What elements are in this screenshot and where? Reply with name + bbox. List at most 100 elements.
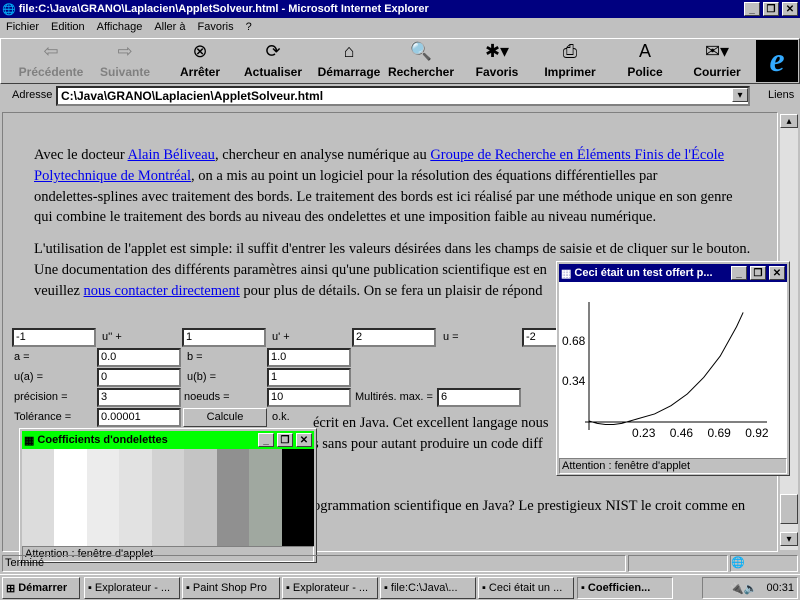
text: , on a mis au point un logiciel pour la … bbox=[191, 168, 658, 184]
close-button[interactable]: ✕ bbox=[782, 2, 798, 16]
toolbar-button-arrêter[interactable]: ⊗ Arrêter bbox=[164, 41, 236, 79]
maximize-button[interactable]: ❐ bbox=[763, 2, 779, 16]
menu-1[interactable]: Edition bbox=[51, 21, 85, 33]
status-text: Terminé bbox=[2, 555, 626, 572]
text: ogrammation scientifique en Java? Le pre… bbox=[313, 498, 746, 514]
app-icon: ▪ bbox=[384, 582, 388, 594]
app-icon: ▪ bbox=[581, 582, 585, 594]
tolerance-input[interactable]: 0.00001 bbox=[97, 408, 181, 427]
ie-logo: e bbox=[756, 40, 798, 82]
maximize-button[interactable]: ❐ bbox=[750, 266, 766, 280]
java-icon: ▦ bbox=[24, 434, 35, 447]
app-icon: ▪ bbox=[286, 582, 290, 594]
noeuds-input[interactable]: 10 bbox=[267, 388, 351, 407]
search-icon: 🔍 bbox=[409, 41, 433, 61]
taskbar-item[interactable]: ▪ file:C:\Java\... bbox=[380, 577, 476, 599]
tray-icons: 🔌🔈 bbox=[730, 582, 758, 595]
toolbar-label: Police bbox=[627, 65, 663, 79]
coefficient-cell bbox=[184, 449, 217, 546]
coef-u1-input[interactable]: 1 bbox=[182, 328, 266, 347]
menu-2[interactable]: Affichage bbox=[97, 21, 143, 33]
close-button[interactable]: ✕ bbox=[296, 433, 312, 447]
toolbar-label: Précédente bbox=[18, 65, 84, 79]
minimize-button[interactable]: _ bbox=[258, 433, 274, 447]
forward-arrow-icon: ⇨ bbox=[117, 41, 133, 61]
coefficient-cell bbox=[86, 449, 120, 546]
toolbar-button-suivante[interactable]: ⇨ Suivante bbox=[89, 41, 161, 79]
link-contact[interactable]: nous contacter directement bbox=[84, 283, 240, 299]
coefficients-window: ▦ Coefficients d'ondelettes _ ❐ ✕ Attention … bbox=[19, 428, 317, 563]
ua-input[interactable]: 0 bbox=[97, 368, 181, 387]
taskbar-item[interactable]: ▪ Explorateur - ... bbox=[84, 577, 180, 599]
link-polytechnique[interactable]: Polytechnique de Montréal bbox=[34, 168, 191, 184]
label: noeuds = bbox=[184, 391, 230, 403]
taskbar-item[interactable]: ▪ Explorateur - ... bbox=[282, 577, 378, 599]
link-groupe-recherche[interactable]: Groupe de Recherche en Éléments Finis de… bbox=[430, 147, 724, 163]
x-tick-label: 0.23 bbox=[632, 426, 656, 440]
coef-u2-input[interactable]: -1 bbox=[12, 328, 96, 347]
scroll-thumb[interactable] bbox=[780, 494, 798, 524]
home-icon: ⌂ bbox=[343, 41, 355, 61]
window-titlebar: 🌐 file:C:\Java\GRANO\Laplacien\AppletSol… bbox=[0, 0, 800, 18]
x-tick-label: 0.69 bbox=[707, 426, 731, 440]
minimize-button[interactable]: _ bbox=[744, 2, 760, 16]
toolbar-button-courrier[interactable]: ✉▾ Courrier bbox=[681, 41, 753, 79]
taskbar-item[interactable]: ▪ Coefficien... bbox=[577, 577, 673, 599]
text: Une documentation des différents paramèt… bbox=[34, 262, 547, 278]
menu-3[interactable]: Aller à bbox=[154, 21, 185, 33]
toolbar-label: Démarrage bbox=[317, 65, 381, 79]
menu-0[interactable]: Fichier bbox=[6, 21, 39, 33]
font-icon: A bbox=[638, 41, 651, 61]
toolbar-button-police[interactable]: A Police bbox=[609, 41, 681, 79]
toolbar-button-favoris[interactable]: ✱▾ Favoris bbox=[461, 41, 533, 79]
toolbar-button-imprimer[interactable]: ⎙ Imprimer bbox=[534, 41, 606, 79]
b-input[interactable]: 1.0 bbox=[267, 348, 351, 367]
coefficient-cell bbox=[249, 449, 282, 546]
coefficient-map bbox=[22, 449, 314, 546]
java-icon: ▦ bbox=[561, 267, 572, 280]
close-button[interactable]: ✕ bbox=[769, 266, 785, 280]
address-label: Adresse bbox=[12, 89, 53, 101]
status-text: o.k. bbox=[272, 411, 290, 423]
label: a = bbox=[14, 351, 30, 363]
calcule-button[interactable]: Calcule bbox=[183, 408, 267, 427]
address-value: C:\Java\GRANO\Laplacien\AppletSolveur.ht… bbox=[61, 89, 324, 103]
coefficient-cell bbox=[216, 449, 250, 546]
maximize-button[interactable]: ❐ bbox=[277, 433, 293, 447]
graph-window: ▦ Ceci était un test offert p... _ ❐ ✕ 0.23 0… bbox=[556, 261, 790, 476]
taskbar-item[interactable]: ▪ Ceci était un ... bbox=[478, 577, 574, 599]
text: écrit en Java. Cet excellent langage nou… bbox=[313, 415, 549, 431]
coef-window-title: Coefficients d'ondelettes bbox=[37, 434, 168, 446]
toolbar-button-actualiser[interactable]: ⟳ Actualiser bbox=[237, 41, 309, 79]
zone-icon: 🌐 bbox=[730, 555, 798, 572]
toolbar-label: Imprimer bbox=[544, 65, 596, 79]
x-tick-label: 0.92 bbox=[745, 426, 769, 440]
links-button[interactable]: Liens bbox=[768, 89, 794, 101]
ub-input[interactable]: 1 bbox=[267, 368, 351, 387]
a-input[interactable]: 0.0 bbox=[97, 348, 181, 367]
menu-5[interactable]: ? bbox=[246, 21, 252, 33]
toolbar-button-rechercher[interactable]: 🔍 Rechercher bbox=[385, 41, 457, 79]
multires-input[interactable]: 6 bbox=[437, 388, 521, 407]
minimize-button[interactable]: _ bbox=[731, 266, 747, 280]
coef-u0-input[interactable]: 2 bbox=[352, 328, 436, 347]
address-dropdown-button[interactable]: ▾ bbox=[732, 88, 748, 102]
coefficient-cell bbox=[151, 449, 185, 546]
scroll-down-button[interactable]: ▾ bbox=[780, 532, 798, 546]
address-input[interactable]: C:\Java\GRANO\Laplacien\AppletSolveur.ht… bbox=[56, 86, 750, 106]
solution-chart: 0.23 0.46 0.69 0.92 0.34 0.68 bbox=[559, 282, 787, 458]
toolbar-button-précédente[interactable]: ⇦ Précédente bbox=[15, 41, 87, 79]
toolbar-button-démarrage[interactable]: ⌂ Démarrage bbox=[313, 41, 385, 79]
menu-4[interactable]: Favoris bbox=[198, 21, 234, 33]
scroll-up-button[interactable]: ▴ bbox=[780, 114, 798, 128]
precision-input[interactable]: 3 bbox=[97, 388, 181, 407]
text: veuillez bbox=[34, 283, 84, 299]
taskbar-item[interactable]: ▪ Paint Shop Pro bbox=[182, 577, 280, 599]
label: u' + bbox=[272, 331, 290, 343]
link-alain-beliveau[interactable]: Alain Béliveau bbox=[128, 147, 215, 163]
toolbar-label: Favoris bbox=[475, 65, 519, 79]
text: , chercheur en analyse numérique au bbox=[214, 147, 431, 163]
start-button[interactable]: ⊞ Démarrer bbox=[2, 577, 80, 599]
x-tick-label: 0.46 bbox=[670, 426, 694, 440]
text: pour plus de détails. On se fera un plai… bbox=[239, 283, 543, 299]
